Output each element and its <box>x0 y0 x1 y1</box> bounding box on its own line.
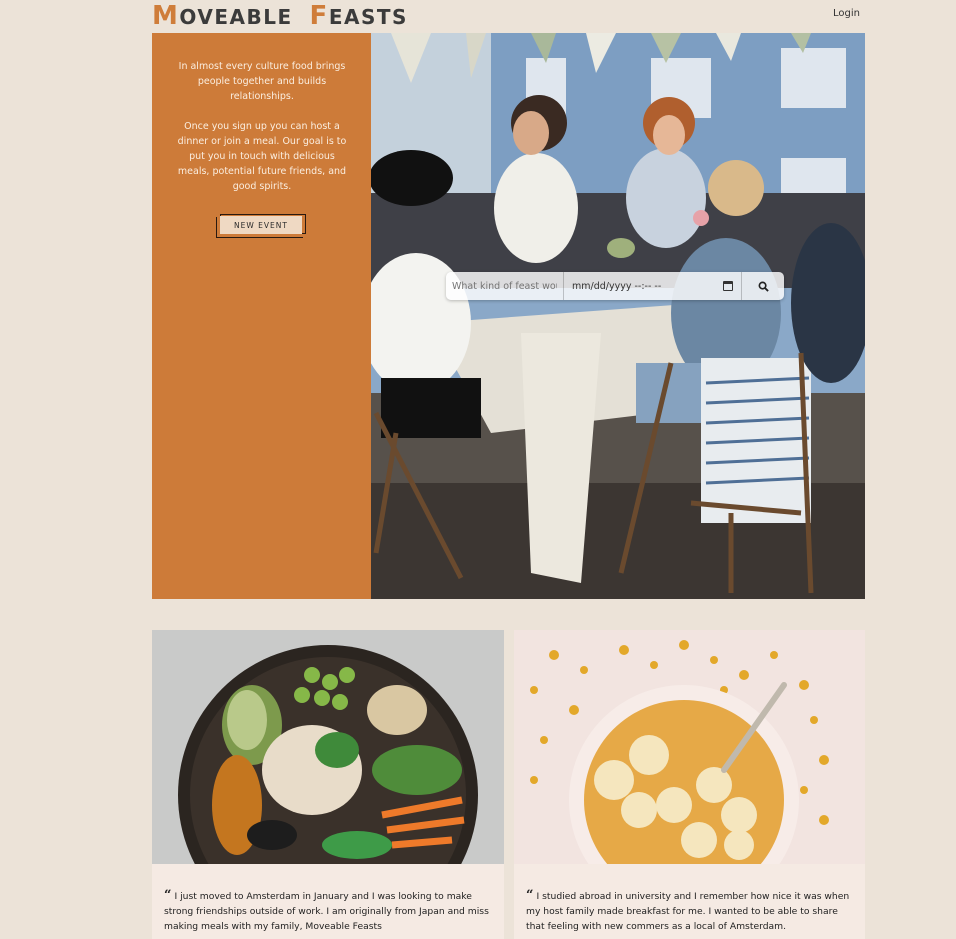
calendar-icon[interactable] <box>723 281 733 291</box>
hero-body-paragraph: Once you sign up you can host a dinner o… <box>177 121 347 192</box>
logo-initial-f: F <box>309 1 329 31</box>
new-event-button-wrap: NEW EVENT <box>216 214 306 238</box>
testimonial-quote: “I just moved to Amsterdam in January an… <box>164 888 492 934</box>
testimonial-card: “I just moved to Amsterdam in January an… <box>152 630 504 939</box>
search-icon <box>758 281 769 292</box>
logo-initial-m: M <box>152 1 180 31</box>
hero-intro-paragraph: In almost every culture food brings peop… <box>178 61 346 102</box>
date-placeholder-text: mm/dd/yyyy --:-- -- <box>572 280 662 292</box>
login-link[interactable]: Login <box>833 8 860 19</box>
new-event-button[interactable]: NEW EVENT <box>220 216 302 234</box>
search-button[interactable] <box>742 272 784 300</box>
logo-word-moveable: OVEABLE <box>179 5 293 29</box>
hero-photo-dinner-party <box>371 33 865 599</box>
testimonial-cards: “I just moved to Amsterdam in January an… <box>152 630 865 939</box>
hero-intro-panel: In almost every culture food brings peop… <box>152 33 371 599</box>
date-time-input[interactable]: mm/dd/yyyy --:-- -- <box>564 272 742 300</box>
logo-word-feasts: EASTS <box>328 5 408 29</box>
hero-section: In almost every culture food brings peop… <box>152 33 865 599</box>
top-bar: MOVEABLE FEASTS Login <box>152 0 865 31</box>
quote-icon: “ <box>164 888 172 903</box>
testimonial-text: I studied abroad in university and I rem… <box>526 891 850 932</box>
hero-text: In almost every culture food brings peop… <box>176 59 348 209</box>
testimonial-text: I just moved to Amsterdam in January and… <box>164 891 489 932</box>
buddha-bowl-photo <box>152 630 504 864</box>
site-logo[interactable]: MOVEABLE FEASTS <box>152 1 408 31</box>
testimonial-card: “I studied abroad in university and I re… <box>514 630 865 939</box>
search-bar: mm/dd/yyyy --:-- -- <box>446 272 784 300</box>
oatmeal-bowl-photo <box>514 630 865 864</box>
feast-search-input[interactable] <box>446 272 564 300</box>
testimonial-quote: “I studied abroad in university and I re… <box>526 888 854 934</box>
quote-icon: “ <box>526 888 534 903</box>
